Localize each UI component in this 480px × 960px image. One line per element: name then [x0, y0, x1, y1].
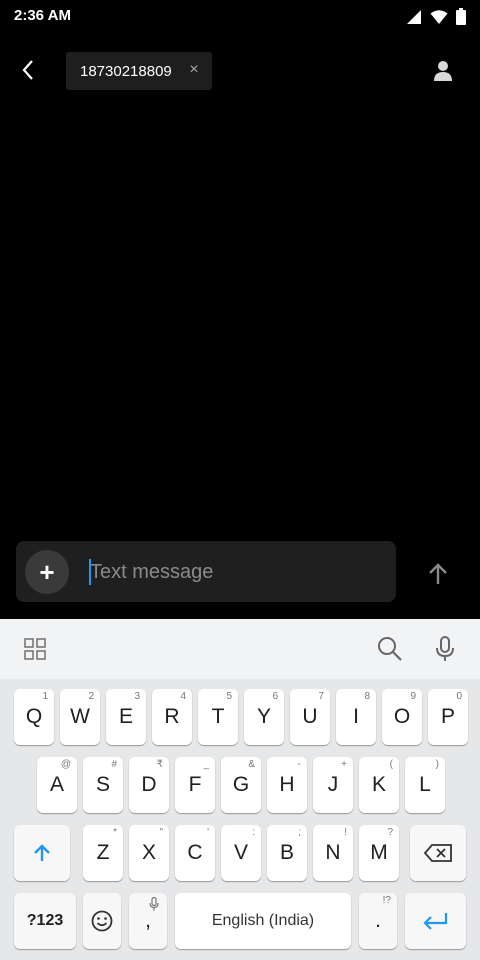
key-n[interactable]: N!	[313, 825, 353, 881]
emoji-key[interactable]	[83, 893, 121, 949]
text-cursor	[89, 559, 91, 585]
key-y[interactable]: Y6	[244, 689, 284, 745]
grid-icon	[24, 638, 46, 660]
status-icons	[406, 8, 466, 25]
person-icon	[434, 61, 452, 81]
key-p[interactable]: P0	[428, 689, 468, 745]
microphone-icon	[436, 636, 454, 661]
backspace-icon	[424, 844, 452, 862]
key-f[interactable]: F _	[175, 757, 215, 813]
messaging-screen: 2:36 AM 18730218809 × + Text message Q 1…	[0, 0, 480, 960]
key-h[interactable]: H-	[267, 757, 307, 813]
apps-grid-button[interactable]	[20, 634, 50, 664]
key-b[interactable]: B;	[267, 825, 307, 881]
key-j[interactable]: J +	[313, 757, 353, 813]
recipient-number: 18730218809	[80, 62, 172, 80]
keyboard-search-button[interactable]	[375, 634, 405, 664]
comma-key[interactable]: ,	[129, 893, 167, 949]
key-c[interactable]: C '	[175, 825, 215, 881]
wifi-icon	[430, 9, 448, 24]
key-u[interactable]: U7	[290, 689, 330, 745]
status-time: 2:36 AM	[14, 7, 71, 24]
space-key[interactable]: English (India)	[175, 893, 351, 949]
back-arrow-icon	[22, 60, 33, 80]
key-d[interactable]: D ₹	[129, 757, 169, 813]
key-g[interactable]: G &	[221, 757, 261, 813]
status-bar: 2:36 AM	[0, 0, 480, 34]
emoji-icon	[91, 910, 113, 932]
key-e[interactable]: E3	[106, 689, 146, 745]
key-s[interactable]: S #	[83, 757, 123, 813]
key-i[interactable]: I8	[336, 689, 376, 745]
enter-key[interactable]	[405, 893, 466, 949]
key-r[interactable]: R4	[152, 689, 192, 745]
attach-button[interactable]: +	[25, 550, 69, 594]
search-icon	[378, 637, 402, 661]
key-w[interactable]: W2	[60, 689, 100, 745]
key-a[interactable]: A @	[37, 757, 77, 813]
remove-recipient-icon[interactable]: ×	[186, 61, 202, 81]
voice-input-button[interactable]	[430, 634, 460, 664]
key-k[interactable]: K(	[359, 757, 399, 813]
message-composer: +	[16, 541, 396, 602]
key-z[interactable]: Z *	[83, 825, 123, 881]
key-v[interactable]: V:	[221, 825, 261, 881]
key-l[interactable]: L)	[405, 757, 445, 813]
send-arrow-icon	[429, 563, 447, 584]
message-input[interactable]	[90, 551, 380, 593]
key-t[interactable]: T5	[198, 689, 238, 745]
key-o[interactable]: O9	[382, 689, 422, 745]
enter-arrow-icon	[422, 913, 447, 930]
backspace-key[interactable]	[410, 825, 466, 881]
symbols-key[interactable]: ?123	[14, 893, 76, 949]
plus-icon: +	[39, 556, 55, 587]
key-q[interactable]: Q1	[14, 689, 54, 745]
back-button[interactable]	[10, 52, 46, 88]
shift-arrow-icon	[34, 844, 50, 861]
signal-icon	[407, 9, 421, 24]
keyboard-toolbar	[0, 619, 480, 679]
add-contact-button[interactable]	[426, 54, 460, 88]
recipient-chip[interactable]: 18730218809 ×	[66, 52, 212, 90]
small-mic-icon	[149, 897, 159, 911]
shift-key[interactable]	[14, 825, 70, 881]
send-button[interactable]	[420, 556, 456, 592]
key-m[interactable]: M?	[359, 825, 399, 881]
key-x[interactable]: X "	[129, 825, 169, 881]
battery-icon	[456, 8, 466, 25]
soft-keyboard: Q1 W2 E3 R4 T5 Y6 U7 I8 O9 P0 A @ S # D ₹ F…	[0, 619, 480, 960]
period-key[interactable]: .!?	[359, 893, 397, 949]
